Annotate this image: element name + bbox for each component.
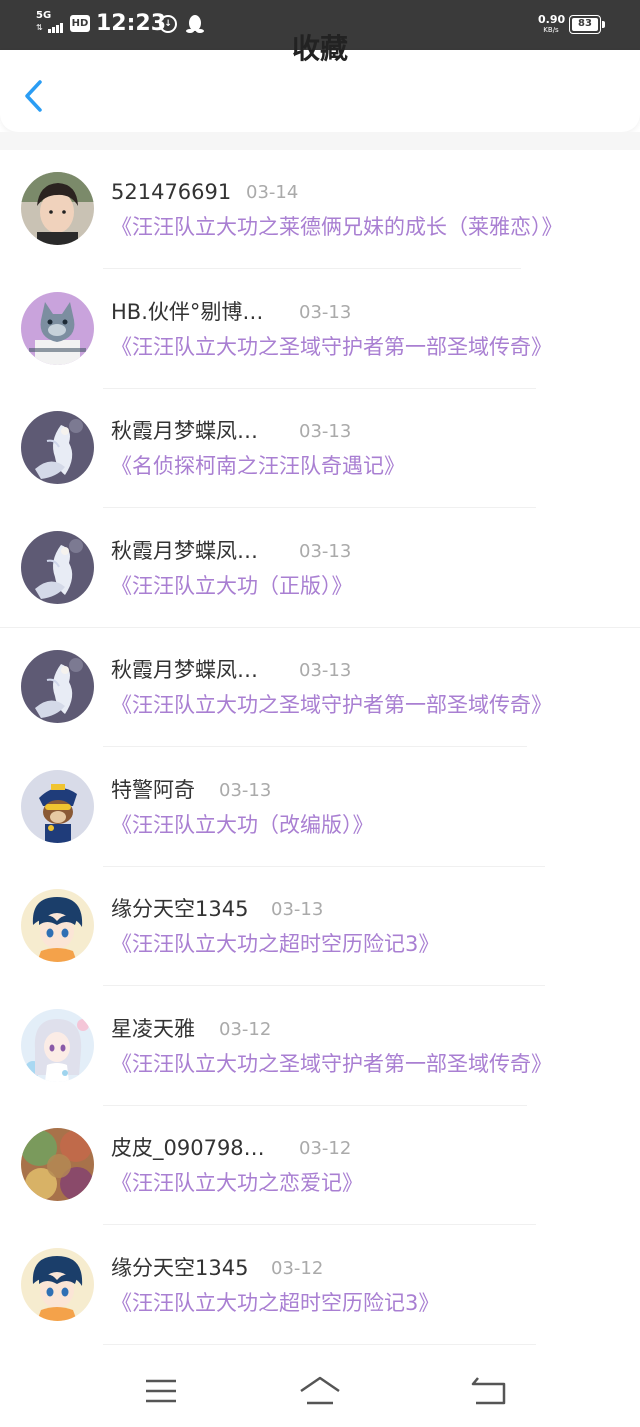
author-name: 秋霞月梦蝶凤…	[111, 419, 258, 443]
favorites-list: 521476691 03-14 《汪汪队立大功之莱德俩兄妹的成长（莱雅恋）》 HB.伙…	[0, 150, 640, 1345]
avatar[interactable]	[21, 889, 94, 962]
avatar[interactable]	[21, 530, 94, 604]
story-title-link[interactable]: 《汪汪队立大功（改编版）》	[111, 811, 374, 839]
author-name: HB.伙伴°剔博…	[111, 299, 264, 324]
item-date: 03-14	[246, 182, 299, 203]
author-name: 特警阿奇	[111, 777, 195, 802]
story-title-link[interactable]: 《汪汪队立大功之恋爱记》	[111, 1169, 363, 1197]
back-nav-button[interactable]	[468, 1374, 508, 1408]
author-name: 缘分天空1345	[111, 1255, 249, 1280]
author-name: 星凌天雅	[111, 1016, 195, 1041]
item-date: 03-13	[299, 301, 352, 323]
item-date: 03-13	[299, 540, 352, 562]
list-item[interactable]: 521476691 03-14 《汪汪队立大功之莱德俩兄妹的成长（莱雅恋）》	[0, 150, 640, 270]
menu-button[interactable]	[141, 1374, 181, 1408]
item-date: 03-13	[299, 421, 352, 442]
avatar[interactable]	[21, 1128, 94, 1201]
home-icon	[300, 1376, 340, 1405]
author-name: 521476691	[111, 180, 232, 204]
list-item[interactable]: 星凌天雅 03-12 《汪汪队立大功之圣域守护者第一部圣域传奇》	[0, 987, 640, 1107]
page-title: 收藏	[291, 32, 348, 65]
header-spacer	[0, 132, 640, 150]
list-item[interactable]: 缘分天空1345 03-13 《汪汪队立大功之超时空历险记3》	[0, 867, 640, 987]
item-date: 03-12	[219, 1018, 272, 1040]
avatar[interactable]	[21, 172, 94, 245]
avatar[interactable]	[21, 1247, 94, 1321]
list-item[interactable]: HB.伙伴°剔博… 03-13 《汪汪队立大功之圣域守护者第一部圣域传奇》	[0, 270, 640, 390]
item-date: 03-13	[299, 660, 352, 681]
avatar[interactable]	[21, 650, 94, 723]
home-button[interactable]	[298, 1374, 342, 1408]
list-item[interactable]: 秋霞月梦蝶凤… 03-13 《汪汪队立大功之圣域守护者第一部圣域传奇》	[0, 628, 640, 748]
story-title-link[interactable]: 《汪汪队立大功之莱德俩兄妹的成长（莱雅恋）》	[111, 213, 563, 241]
story-title-link[interactable]: 《名侦探柯南之汪汪队奇遇记》	[111, 452, 405, 480]
list-item[interactable]: 皮皮_090798… 03-12 《汪汪队立大功之恋爱记》	[0, 1106, 640, 1226]
avatar[interactable]	[21, 411, 94, 484]
avatar[interactable]	[21, 291, 94, 365]
list-item[interactable]: 缘分天空1345 03-12 《汪汪队立大功之超时空历险记3》	[0, 1226, 640, 1346]
list-item[interactable]: 秋霞月梦蝶凤… 03-13 《汪汪队立大功（正版）》	[0, 509, 640, 629]
author-name: 皮皮_090798…	[111, 1136, 265, 1160]
author-name: 缘分天空1345	[111, 897, 249, 921]
menu-icon	[146, 1379, 176, 1403]
divider	[103, 1343, 536, 1345]
story-title-link[interactable]: 《汪汪队立大功之超时空历险记3》	[111, 1289, 439, 1317]
story-title-link[interactable]: 《汪汪队立大功之超时空历险记3》	[111, 930, 439, 958]
item-date: 03-12	[271, 1257, 324, 1279]
story-title-link[interactable]: 《汪汪队立大功（正版）》	[111, 572, 353, 600]
item-date: 03-13	[271, 899, 324, 920]
author-name: 秋霞月梦蝶凤…	[111, 538, 258, 563]
item-date: 03-13	[219, 779, 272, 801]
story-title-link[interactable]: 《汪汪队立大功之圣域守护者第一部圣域传奇》	[111, 691, 552, 719]
author-name: 秋霞月梦蝶凤…	[111, 658, 258, 682]
system-nav-bar	[0, 1352, 640, 1427]
avatar[interactable]	[21, 1008, 94, 1082]
item-date: 03-12	[299, 1138, 352, 1159]
return-icon	[471, 1377, 506, 1405]
avatar[interactable]	[21, 769, 94, 843]
story-title-link[interactable]: 《汪汪队立大功之圣域守护者第一部圣域传奇》	[111, 333, 552, 361]
list-item[interactable]: 特警阿奇 03-13 《汪汪队立大功（改编版）》	[0, 748, 640, 868]
story-title-link[interactable]: 《汪汪队立大功之圣域守护者第一部圣域传奇》	[111, 1050, 552, 1078]
list-item[interactable]: 秋霞月梦蝶凤… 03-13 《名侦探柯南之汪汪队奇遇记》	[0, 389, 640, 509]
